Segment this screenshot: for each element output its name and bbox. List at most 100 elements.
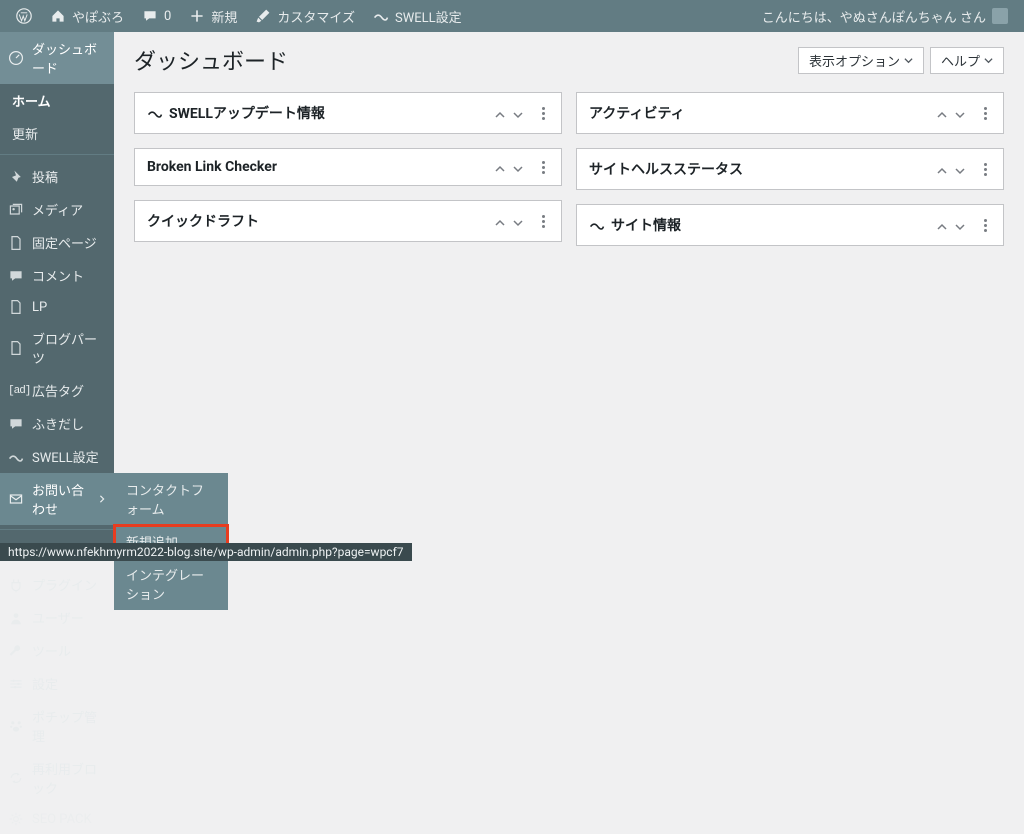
sidebar-sub-home[interactable]: ホーム bbox=[0, 84, 114, 117]
sidebar-label: 設定 bbox=[32, 674, 58, 693]
sidebar-tools[interactable]: ツール bbox=[0, 634, 114, 667]
sidebar-label: 投稿 bbox=[32, 167, 58, 186]
greeting-text: こんにちは、やぬさんぽんちゃん さん bbox=[762, 7, 986, 26]
swell-icon bbox=[147, 105, 163, 121]
chevron-down-icon bbox=[904, 56, 913, 65]
flyout-integration[interactable]: インテグレーション bbox=[114, 558, 228, 610]
sidebar-label: ブログパーツ bbox=[32, 329, 106, 367]
sidebar-comments[interactable]: コメント bbox=[0, 259, 114, 292]
sidebar-lp[interactable]: LP bbox=[0, 292, 114, 322]
metabox-header[interactable]: サイト情報 bbox=[577, 205, 1003, 245]
balloon-icon bbox=[8, 416, 24, 432]
metabox-header[interactable]: サイトヘルスステータス bbox=[577, 149, 1003, 189]
pin-icon bbox=[8, 169, 24, 185]
help-button[interactable]: ヘルプ bbox=[930, 47, 1004, 74]
sidebar-plugins[interactable]: プラグイン bbox=[0, 568, 114, 601]
swell-label: SWELL設定 bbox=[395, 7, 462, 26]
sidebar-pochipp[interactable]: ポチップ管理 bbox=[0, 700, 114, 752]
move-down-button[interactable] bbox=[513, 108, 523, 118]
move-down-button[interactable] bbox=[955, 164, 965, 174]
metabox-menu-button[interactable] bbox=[537, 161, 549, 174]
move-up-button[interactable] bbox=[937, 108, 947, 118]
metabox-menu-button[interactable] bbox=[979, 163, 991, 176]
sidebar-label: ユーザー bbox=[32, 608, 84, 627]
title-text: クイックドラフト bbox=[147, 211, 259, 231]
move-down-button[interactable] bbox=[955, 220, 965, 230]
admin-bar: やぽぶろ 0 新規 カスタマイズ SWELL設定 こんにちは、やぬさんぽんちゃん… bbox=[0, 0, 1024, 32]
metabox-actions bbox=[495, 107, 549, 120]
new-label: 新規 bbox=[211, 7, 237, 26]
sidebar-pages[interactable]: 固定ページ bbox=[0, 226, 114, 259]
wordpress-icon bbox=[16, 8, 32, 24]
sidebar-seopack[interactable]: SEO PACK bbox=[0, 804, 114, 834]
page-icon bbox=[8, 299, 24, 315]
metabox-title: Broken Link Checker bbox=[147, 159, 277, 175]
move-down-button[interactable] bbox=[955, 108, 965, 118]
sidebar-blogparts[interactable]: ブログパーツ bbox=[0, 322, 114, 374]
move-down-button[interactable] bbox=[513, 162, 523, 172]
metabox-site-info: サイト情報 bbox=[576, 204, 1004, 246]
move-up-button[interactable] bbox=[495, 216, 505, 226]
metabox-menu-button[interactable] bbox=[979, 107, 991, 120]
sidebar-label: LP bbox=[32, 300, 47, 315]
comments-link[interactable]: 0 bbox=[134, 0, 179, 32]
ad-icon: [ad] bbox=[8, 385, 24, 397]
metabox-swell-update: SWELLアップデート情報 bbox=[134, 92, 562, 134]
customize-label: カスタマイズ bbox=[277, 7, 355, 26]
move-down-button[interactable] bbox=[513, 216, 523, 226]
metabox-menu-button[interactable] bbox=[537, 215, 549, 228]
move-up-button[interactable] bbox=[495, 108, 505, 118]
metabox-header[interactable]: Broken Link Checker bbox=[135, 149, 561, 185]
metabox-header[interactable]: アクティビティ bbox=[577, 93, 1003, 133]
swell-link[interactable]: SWELL設定 bbox=[365, 0, 470, 32]
metabox-actions bbox=[495, 215, 549, 228]
user-greeting[interactable]: こんにちは、やぬさんぽんちゃん さん bbox=[754, 0, 1016, 32]
sidebar-label: 固定ページ bbox=[32, 233, 97, 252]
title-text: SWELLアップデート情報 bbox=[169, 103, 325, 123]
user-icon bbox=[8, 610, 24, 626]
sidebar-swell[interactable]: SWELL設定 bbox=[0, 440, 114, 473]
column-left: SWELLアップデート情報 Broken Link Checker bbox=[134, 92, 562, 246]
site-name: やぽぶろ bbox=[72, 7, 124, 26]
metabox-menu-button[interactable] bbox=[537, 107, 549, 120]
screen-options-button[interactable]: 表示オプション bbox=[798, 47, 924, 74]
sidebar-adtag[interactable]: [ad] 広告タグ bbox=[0, 374, 114, 407]
move-up-button[interactable] bbox=[495, 162, 505, 172]
wp-logo[interactable] bbox=[8, 0, 40, 32]
new-link[interactable]: 新規 bbox=[181, 0, 245, 32]
media-icon bbox=[8, 202, 24, 218]
move-up-button[interactable] bbox=[937, 164, 947, 174]
reuse-icon bbox=[8, 770, 24, 786]
sidebar-sub-updates[interactable]: 更新 bbox=[0, 117, 114, 150]
title-text: サイトヘルスステータス bbox=[589, 159, 743, 179]
sidebar-separator bbox=[0, 150, 114, 155]
sidebar-label: ダッシュボード bbox=[32, 39, 106, 77]
sidebar-balloon[interactable]: ふきだし bbox=[0, 407, 114, 440]
metabox-header[interactable]: SWELLアップデート情報 bbox=[135, 93, 561, 133]
metabox-header[interactable]: クイックドラフト bbox=[135, 201, 561, 241]
sidebar-dashboard[interactable]: ダッシュボード bbox=[0, 32, 114, 84]
customize-link[interactable]: カスタマイズ bbox=[247, 0, 363, 32]
metabox-menu-button[interactable] bbox=[979, 219, 991, 232]
paw-icon bbox=[8, 718, 24, 734]
metabox-actions bbox=[937, 219, 991, 232]
comment-icon bbox=[142, 8, 158, 24]
sliders-icon bbox=[8, 676, 24, 692]
title-text: アクティビティ bbox=[589, 103, 685, 123]
chevron-down-icon bbox=[984, 56, 993, 65]
plugin-icon bbox=[8, 577, 24, 593]
page-icon bbox=[8, 340, 24, 356]
sidebar-reusable[interactable]: 再利用ブロック bbox=[0, 752, 114, 804]
dashboard-icon bbox=[8, 50, 24, 66]
home-icon bbox=[50, 8, 66, 24]
sidebar-label: 広告タグ bbox=[32, 381, 84, 400]
sidebar-users[interactable]: ユーザー bbox=[0, 601, 114, 634]
move-up-button[interactable] bbox=[937, 220, 947, 230]
chevron-right-icon bbox=[98, 495, 106, 503]
sidebar-contact[interactable]: お問い合わせ bbox=[0, 473, 114, 525]
metabox-actions bbox=[937, 107, 991, 120]
sidebar-settings[interactable]: 設定 bbox=[0, 667, 114, 700]
sidebar-posts[interactable]: 投稿 bbox=[0, 160, 114, 193]
site-link[interactable]: やぽぶろ bbox=[42, 0, 132, 32]
sidebar-media[interactable]: メディア bbox=[0, 193, 114, 226]
